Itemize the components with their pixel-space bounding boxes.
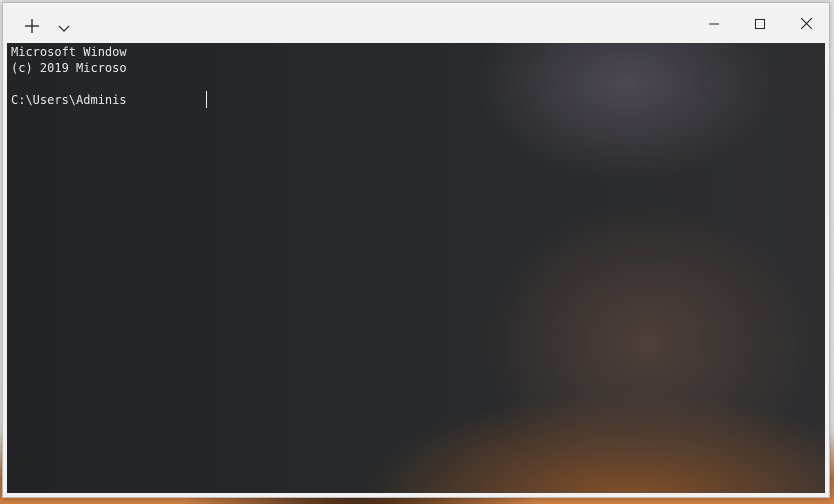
tab-dropdown-button[interactable] [53,13,75,41]
maximize-button[interactable] [737,3,783,43]
terminal-line: Microsoft Window [11,45,127,59]
close-icon [800,14,812,33]
minimize-button[interactable] [691,3,737,43]
window-bottom-border [3,493,829,497]
terminal-window: Microsoft Window (c) 2019 Microso C:\Use… [2,2,830,498]
maximize-icon [755,14,765,33]
terminal-pane[interactable]: Microsoft Window (c) 2019 Microso C:\Use… [7,43,825,493]
title-bar[interactable] [3,3,829,43]
chevron-down-icon [58,18,70,37]
terminal-prompt: C:\Users\Adminis [11,93,127,107]
new-tab-button[interactable] [19,13,45,41]
close-button[interactable] [783,3,829,43]
text-cursor [206,91,207,108]
terminal-line: (c) 2019 Microso [11,61,127,75]
minimize-icon [709,14,719,33]
plus-icon [25,18,39,37]
